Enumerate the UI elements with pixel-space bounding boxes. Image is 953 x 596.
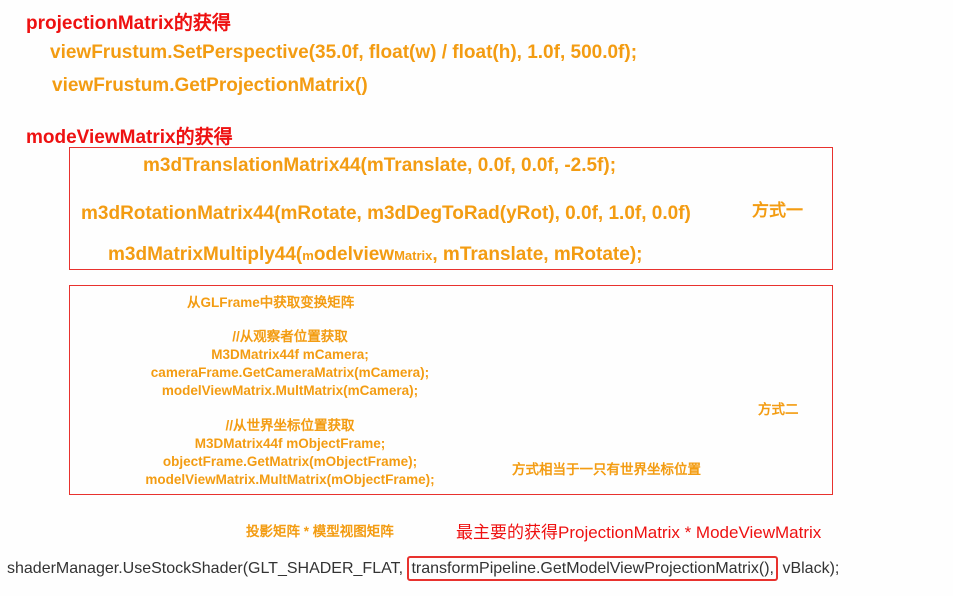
method1-line-3-odelview: odelview bbox=[313, 244, 395, 265]
method2-world-line-2: objectFrame.GetMatrix(mObjectFrame); bbox=[162, 454, 418, 469]
method1-line-1: m3dTranslationMatrix44(mTranslate, 0.0f,… bbox=[143, 155, 617, 176]
bottom-code-suffix: vBlack); bbox=[782, 560, 840, 577]
method2-camera-block: //从观察者位置获取 M3DMatrix44f mCamera; cameraF… bbox=[120, 328, 460, 400]
method1-line-3: m3dMatrixMultiply44(modelviewMatrix, mTr… bbox=[108, 244, 642, 266]
method2-title: 从GLFrame中获取变换矩阵 bbox=[187, 295, 355, 310]
method2-world-line-3: modelViewMatrix.MultMatrix(mObjectFrame)… bbox=[145, 472, 435, 487]
method1-line-3-suffix: , mTranslate, mRotate); bbox=[432, 244, 643, 265]
summary-left: 投影矩阵 * 模型视图矩阵 bbox=[246, 524, 394, 539]
method2-note: 方式相当于一只有世界坐标位置 bbox=[512, 462, 701, 477]
method2-world-line-1: M3DMatrix44f mObjectFrame; bbox=[194, 436, 386, 451]
method2-label: 方式二 bbox=[758, 402, 799, 417]
method1-line-2: m3dRotationMatrix44(mRotate, m3dDegToRad… bbox=[81, 203, 691, 224]
projection-heading-suffix: 的获得 bbox=[173, 13, 231, 34]
projection-heading: projectionMatrix的获得 bbox=[26, 8, 231, 35]
method1-line-3-matrix: Matrix bbox=[394, 248, 433, 263]
bottom-code-highlight: transformPipeline.GetModelViewProjection… bbox=[407, 556, 778, 581]
method2-camera-line-3: modelViewMatrix.MultMatrix(mCamera); bbox=[161, 383, 419, 398]
method1-line-3-m: m bbox=[302, 248, 314, 263]
bottom-code-prefix: shaderManager.UseStockShader(GLT_SHADER_… bbox=[7, 560, 404, 577]
bottom-code-line: shaderManager.UseStockShader(GLT_SHADER_… bbox=[7, 556, 840, 581]
method2-camera-line-1: M3DMatrix44f mCamera; bbox=[211, 347, 369, 362]
modelview-heading: modeViewMatrix的获得 bbox=[26, 122, 233, 149]
projection-line-1: viewFrustum.SetPerspective(35.0f, float(… bbox=[50, 42, 638, 63]
summary-right: 最主要的获得ProjectionMatrix * ModeViewMatrix bbox=[456, 523, 822, 542]
method2-camera-line-2: cameraFrame.GetCameraMatrix(mCamera); bbox=[150, 365, 430, 380]
method2-camera-comment: //从观察者位置获取 bbox=[232, 329, 348, 344]
method1-label: 方式一 bbox=[752, 201, 803, 220]
projection-heading-main: projectionMatrix bbox=[26, 13, 174, 34]
modelview-heading-suffix: 的获得 bbox=[175, 127, 233, 148]
modelview-heading-main: modeViewMatrix bbox=[26, 127, 176, 148]
method2-world-comment: //从世界坐标位置获取 bbox=[225, 418, 355, 433]
method1-line-3-prefix: m3dMatrixMultiply44( bbox=[108, 244, 303, 265]
method2-world-block: //从世界坐标位置获取 M3DMatrix44f mObjectFrame; o… bbox=[110, 417, 470, 489]
projection-line-2: viewFrustum.GetProjectionMatrix() bbox=[52, 75, 368, 96]
